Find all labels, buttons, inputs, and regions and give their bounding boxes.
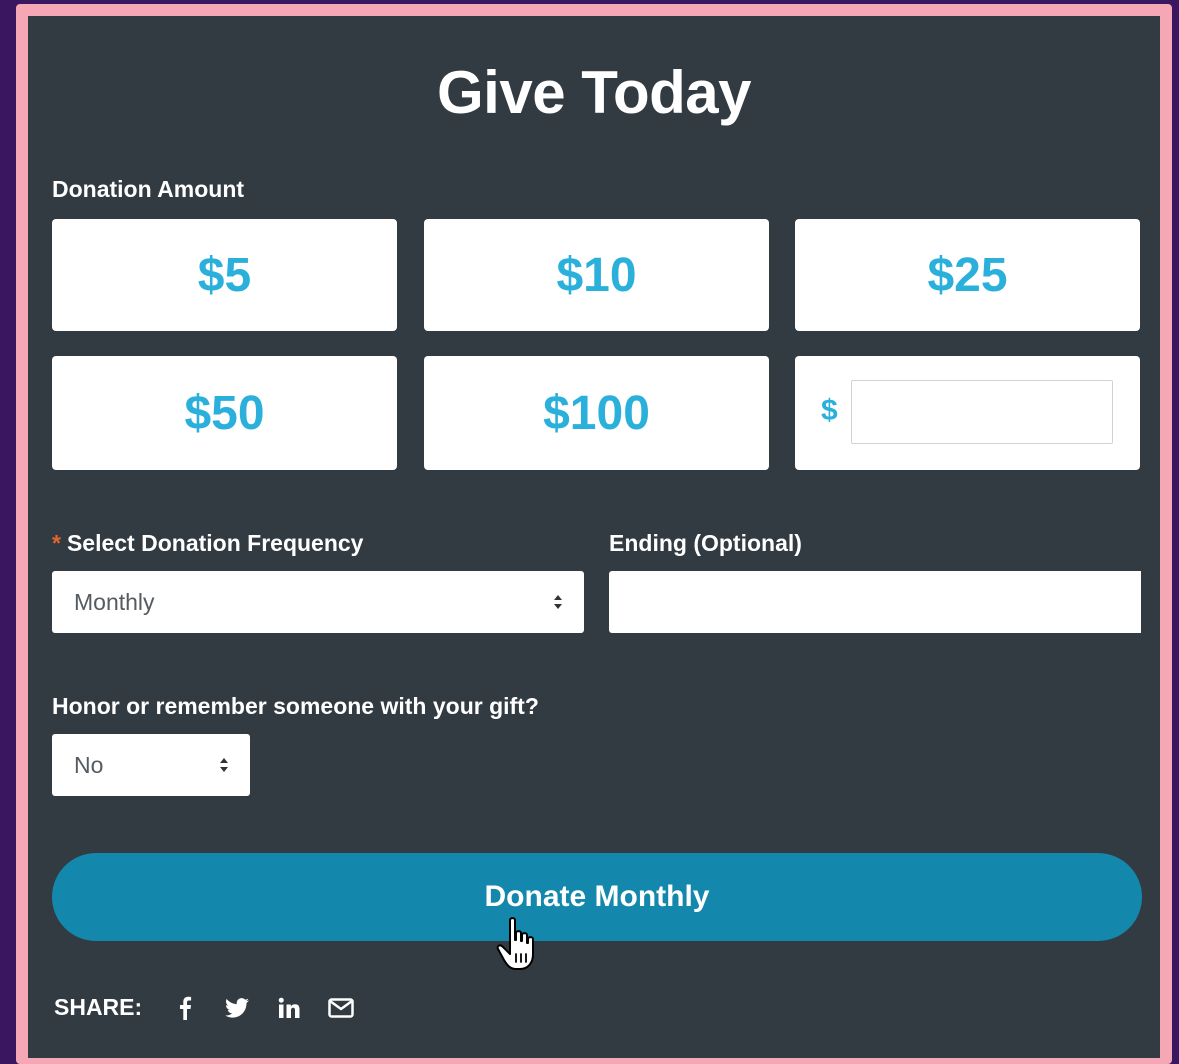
facebook-icon[interactable] — [172, 995, 198, 1021]
honor-label: Honor or remember someone with your gift… — [52, 693, 539, 719]
donation-panel: Give Today Donation Amount $5 $10 $25 $5… — [28, 16, 1160, 1058]
hand-cursor-icon — [496, 917, 534, 970]
required-mark: * — [52, 530, 61, 556]
share-bar: SHARE: — [54, 994, 380, 1021]
frequency-label: * Select Donation Frequency — [52, 530, 363, 557]
donate-button[interactable]: Donate Monthly — [52, 853, 1142, 941]
share-label: SHARE: — [54, 994, 143, 1020]
frequency-select[interactable]: Monthly — [52, 571, 584, 633]
donation-amount-label: Donation Amount — [52, 176, 245, 202]
custom-amount-prefix: $ — [821, 394, 838, 427]
ending-label: Ending (Optional) — [609, 530, 802, 556]
frequency-selected-value: Monthly — [74, 588, 155, 615]
honor-select[interactable]: No — [52, 734, 250, 796]
linkedin-icon[interactable] — [276, 995, 302, 1021]
amount-button-100[interactable]: $100 — [424, 356, 769, 470]
page-title: Give Today — [437, 59, 751, 126]
honor-selected-value: No — [74, 751, 104, 778]
select-arrows-icon — [220, 758, 228, 772]
amount-button-25[interactable]: $25 — [795, 219, 1140, 331]
twitter-icon[interactable] — [224, 995, 250, 1021]
custom-amount-input[interactable] — [851, 380, 1113, 444]
email-icon[interactable] — [328, 995, 354, 1021]
custom-amount-box: $ — [795, 356, 1140, 470]
amount-button-50[interactable]: $50 — [52, 356, 397, 470]
amount-button-5[interactable]: $5 — [52, 219, 397, 331]
donation-widget-frame: Give Today Donation Amount $5 $10 $25 $5… — [16, 4, 1172, 1064]
amount-button-10[interactable]: $10 — [424, 219, 769, 331]
select-arrows-icon — [554, 595, 562, 609]
frequency-label-text: Select Donation Frequency — [66, 530, 364, 556]
ending-input[interactable] — [609, 571, 1141, 633]
